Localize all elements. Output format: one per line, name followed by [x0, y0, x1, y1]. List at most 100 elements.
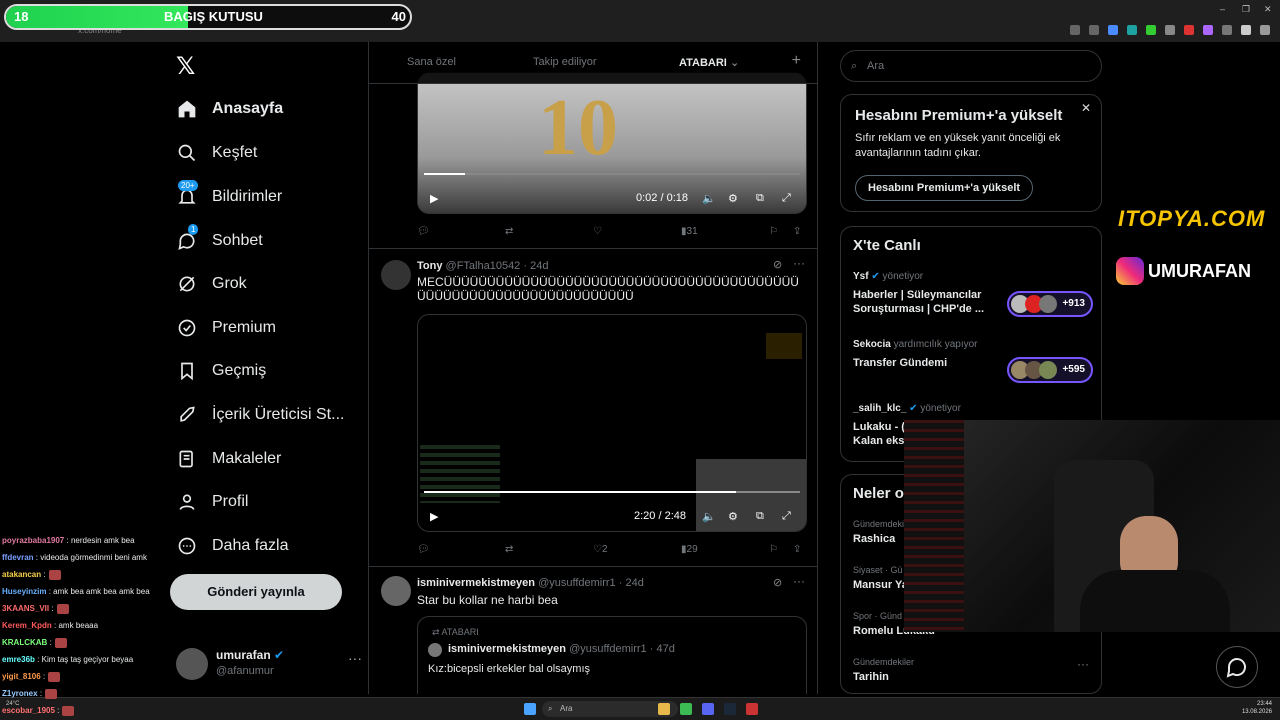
minimize-icon[interactable]: – — [1220, 4, 1225, 14]
reply-icon[interactable]: 💬︎ — [417, 544, 430, 555]
chat-message: escobar_1905 : — [2, 702, 202, 719]
nav-item-chat[interactable]: 1 Sohbet — [176, 224, 263, 255]
chat-message: ffdevran : videoda görmedinmi beni amk — [2, 549, 202, 566]
pip-icon[interactable]: ⧉ — [756, 192, 764, 205]
obs-icon[interactable] — [746, 703, 758, 715]
tab-following[interactable]: Takip ediliyor — [533, 56, 597, 68]
fullscreen-icon[interactable]: ⤢ — [782, 510, 791, 523]
zoom-icon[interactable] — [1070, 25, 1080, 35]
messages-fab[interactable] — [1216, 646, 1258, 688]
star-icon[interactable] — [1108, 25, 1118, 35]
volume-icon[interactable]: 🔈 — [702, 192, 716, 205]
more-options-icon[interactable]: ··· — [793, 574, 805, 588]
avatar[interactable] — [381, 576, 411, 606]
play-icon[interactable]: ▶ — [430, 510, 438, 523]
file-explorer-icon[interactable] — [658, 703, 670, 715]
grok-icon[interactable]: ⊘ — [773, 576, 782, 589]
x-logo-icon[interactable]: 𝕏 — [176, 52, 195, 81]
maximize-icon[interactable]: ❐ — [1242, 4, 1250, 15]
chat-text: : — [57, 706, 60, 715]
trend-item[interactable]: Gündemdekiler Tarihin — [853, 657, 914, 683]
add-tab-icon[interactable]: + — [792, 52, 801, 70]
emote-icon — [48, 671, 61, 682]
chat-username: atakancan — [2, 570, 42, 579]
chat-icon: 1 — [176, 224, 199, 252]
menu-icon[interactable] — [1260, 25, 1270, 35]
pip-icon[interactable]: ⧉ — [756, 510, 764, 523]
grok-icon[interactable]: ⊘ — [773, 258, 782, 271]
profile-icon[interactable] — [1241, 25, 1251, 35]
cast-icon[interactable] — [1089, 25, 1099, 35]
search-input[interactable]: ⌕ Ara — [840, 50, 1102, 82]
premium-icon — [176, 317, 198, 339]
views-icon[interactable]: ▮ 29 — [681, 544, 698, 555]
avatar[interactable] — [381, 260, 411, 290]
grok-icon — [176, 273, 198, 295]
chat-message: Kerem_Kpdn : amk beaaa — [2, 617, 202, 634]
extension-icon[interactable] — [1203, 25, 1213, 35]
windows-start-icon[interactable] — [524, 703, 536, 715]
like-icon[interactable]: ♡ — [593, 226, 602, 237]
chat-text: : — [42, 672, 46, 681]
share-icon[interactable]: ⇪ — [793, 544, 801, 555]
nav-item-profile[interactable]: Profil — [176, 488, 248, 516]
tab-for-you[interactable]: Sana özel — [407, 56, 456, 68]
bookmark-icon[interactable]: ⚐ — [769, 226, 778, 237]
trend-item[interactable]: Siyaset · Gü Mansur Ya — [853, 565, 908, 591]
emote-icon — [56, 603, 69, 614]
more-options-icon[interactable]: ··· — [793, 256, 805, 270]
extension-icon[interactable] — [1127, 25, 1137, 35]
more-options-icon[interactable]: ··· — [348, 650, 362, 666]
donation-bar: 18 BAGIŞ KUTUSU 40 — [4, 4, 412, 30]
settings-icon[interactable]: ⚙ — [728, 192, 738, 205]
extension-icon[interactable] — [1165, 25, 1175, 35]
nav-item-articles[interactable]: Makaleler — [176, 445, 281, 473]
nav-item-bookmarks[interactable]: Geçmiş — [176, 357, 266, 385]
discord-icon[interactable] — [702, 703, 714, 715]
share-icon[interactable]: ⇪ — [793, 226, 801, 237]
more-options-icon[interactable]: ··· — [1077, 657, 1089, 671]
tweet-video[interactable]: 10 ▶ 0:02 / 0:18 🔈 ⚙ ⧉ ⤢ — [417, 72, 807, 214]
nav-label: Makaleler — [212, 450, 282, 467]
retweet-icon[interactable]: ⇄ — [505, 544, 513, 555]
clock[interactable]: 23:44 13.08.2026 — [1242, 700, 1272, 716]
fullscreen-icon[interactable]: ⤢ — [782, 192, 791, 205]
views-icon[interactable]: ▮ 31 — [681, 226, 698, 237]
video-progress[interactable] — [424, 173, 800, 175]
upgrade-button[interactable]: Hesabını Premium+'a yükselt — [855, 175, 1034, 201]
nav-item-home[interactable]: Anasayfa — [176, 95, 283, 123]
nav-item-grok[interactable]: Grok — [176, 270, 247, 298]
chrome-icon[interactable] — [680, 703, 692, 715]
premium-body: Sıfır reklam ve en yüksek yanıt önceliği… — [855, 132, 1061, 159]
extension-icon[interactable] — [1146, 25, 1156, 35]
bookmark-icon[interactable]: ⚐ — [769, 544, 778, 555]
retweet-icon[interactable]: ⇄ — [505, 226, 513, 237]
quote-tweet[interactable]: ⇄ ATABARI isminivermekistmeyen @yusuffde… — [417, 616, 807, 694]
live-item[interactable]: Ysf ✔ yönetiyor Haberler | Süleymancılar… — [853, 271, 1093, 317]
sponsor-logo: ITOPYA.COM — [1118, 206, 1266, 231]
settings-icon[interactable]: ⚙ — [728, 510, 738, 523]
live-item[interactable]: Sekocia yardımcılık yapıyor Transfer Gün… — [853, 339, 1093, 383]
trend-item[interactable]: Gündemdeki Rashica — [853, 519, 904, 545]
nav-item-notifications[interactable]: 20+ Bildirimler — [176, 180, 282, 211]
nav-label: İçerik Üreticisi St... — [212, 406, 345, 423]
close-icon[interactable]: ✕ — [1081, 101, 1091, 115]
tab-atabari[interactable]: ATABARI ⌄ — [679, 56, 739, 69]
tweet-video[interactable]: ▶ 2:20 / 2:48 🔈 ⚙ ⧉ ⤢ — [417, 314, 807, 532]
nav-label: Anasayfa — [212, 100, 284, 117]
premium-card: Hesabını Premium+'a yükselt ✕ Sıfır rekl… — [840, 94, 1102, 212]
nav-item-explore[interactable]: Keşfet — [176, 139, 257, 167]
nav-item-premium[interactable]: Premium — [176, 314, 276, 342]
close-window-icon[interactable]: ✕ — [1264, 4, 1272, 15]
play-icon[interactable]: ▶ — [430, 192, 438, 205]
chat-message: KRALCKAB : — [2, 634, 202, 651]
video-progress[interactable] — [424, 491, 800, 493]
puzzle-icon[interactable] — [1222, 25, 1232, 35]
like-icon[interactable]: ♡ 2 — [593, 544, 608, 555]
extension-icon[interactable] — [1184, 25, 1194, 35]
volume-icon[interactable]: 🔈 — [702, 510, 716, 523]
nav-item-creator-studio[interactable]: İçerik Üreticisi St... — [176, 401, 344, 429]
account-switcher[interactable]: umurafan ✔ @afanumur ··· — [176, 644, 362, 684]
steam-icon[interactable] — [724, 703, 736, 715]
reply-icon[interactable]: 💬︎ — [417, 226, 430, 237]
